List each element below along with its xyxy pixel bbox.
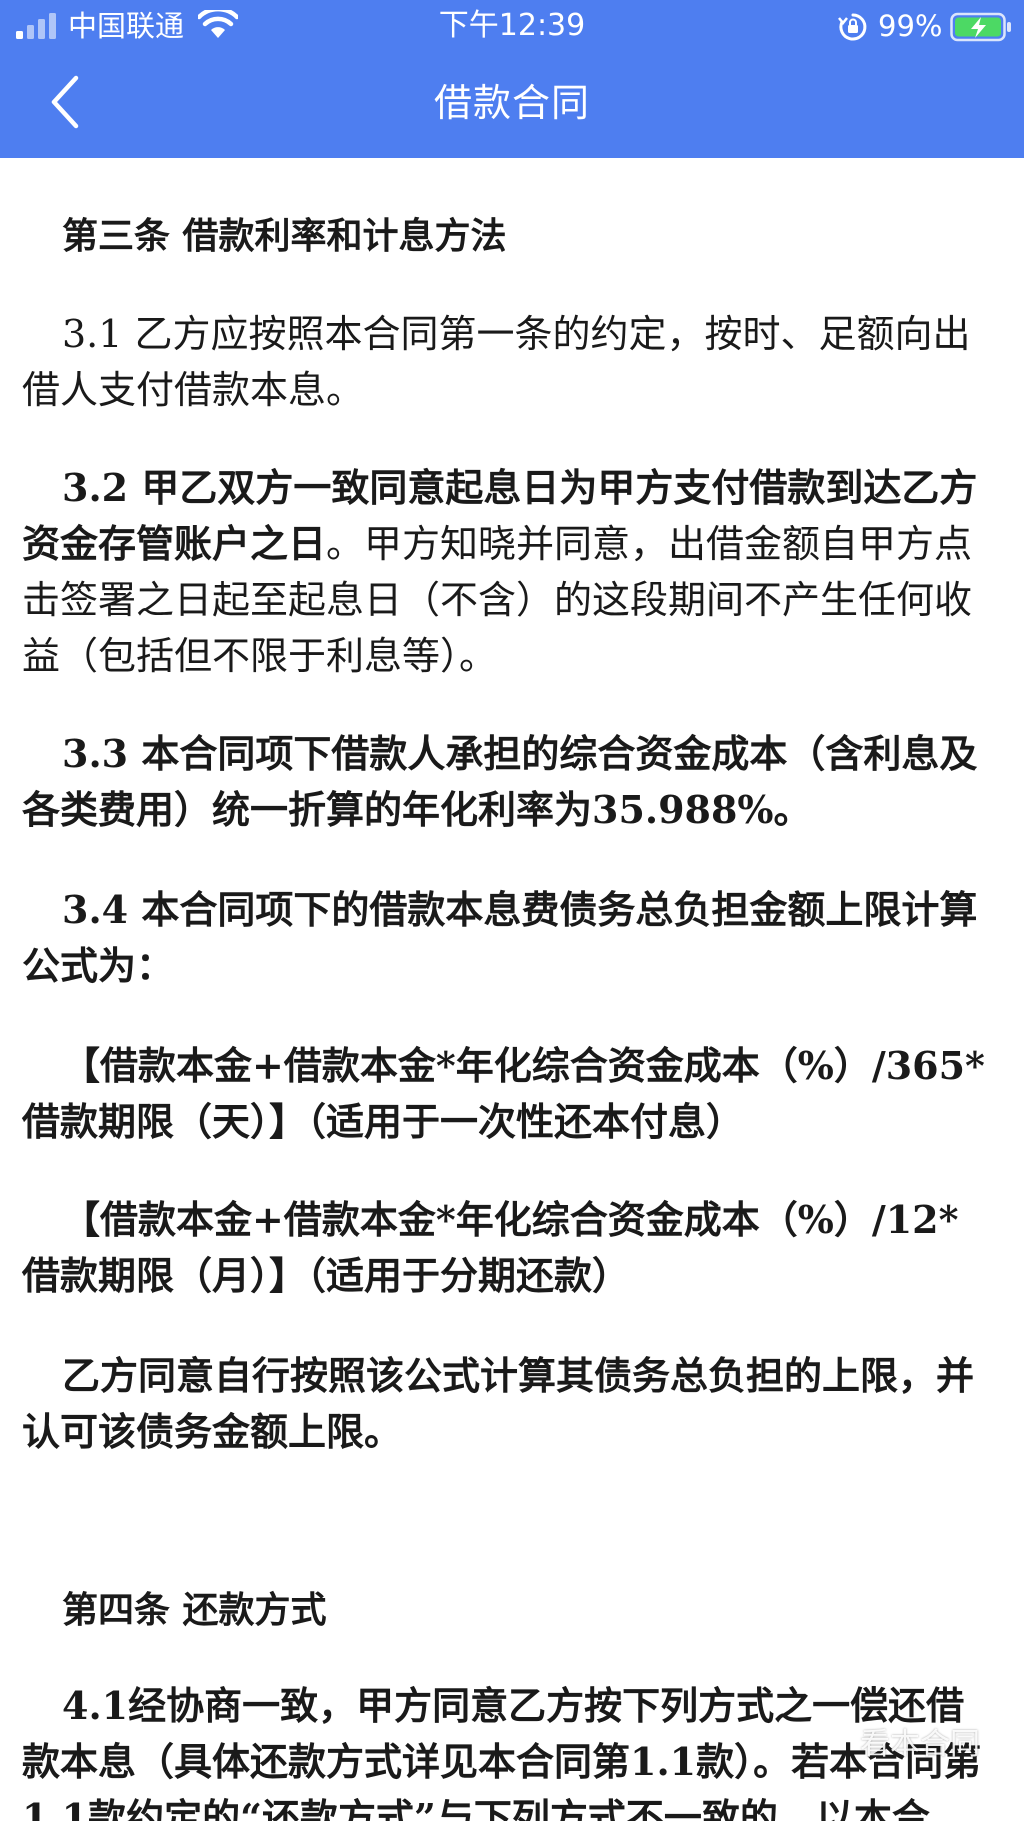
battery-charging-icon (950, 12, 1011, 42)
clause-4-1: 4.1经协商一致，甲方同意乙方按下列方式之一偿还借款本息（具体还款方式详见本合同… (22, 1683, 982, 1821)
clause-3-5: 乙方同意自行按照该公式计算其债务总负担的上限，并认可该债务金额上限。 (22, 1353, 975, 1454)
page-title: 借款合同 (433, 81, 590, 125)
clause-3-1: 3.1 乙方应按照本合同第一条的约定，按时、足额向出借人支付借款本息。 (22, 312, 971, 412)
top-bar: 中国联通 下午12:39 99% 借款合同 (0, 0, 1024, 158)
clock-time: 下午12:39 (438, 8, 586, 43)
section-4-heading: 第四条 还款方式 (62, 1589, 327, 1631)
clause-3-4: 3.4 本合同项下的借款本息费债务总负担金额上限计算公式为： (22, 887, 978, 988)
clause-3-3: 3.3 本合同项下借款人承担的综合资金成本（含利息及各类费用）统一折算的年化利率… (22, 731, 978, 832)
status-bar: 中国联通 下午12:39 99% (0, 0, 1024, 50)
section-3-heading: 第三条 借款利率和计息方法 (62, 215, 507, 257)
clause-3-2: 3.2 甲乙双方一致同意起息日为甲方支付借款到达乙方资金存管账户之日。甲方知晓并… (22, 460, 994, 684)
battery-percentage: 99% (878, 9, 943, 43)
contract-content[interactable]: 第三条 借款利率和计息方法 3.1 乙方应按照本合同第一条的约定，按时、足额向出… (0, 158, 1024, 1821)
formula-one-time-repayment: 【借款本金+借款本金*年化综合资金成本（%）/365*借款期限（天）】（适用于一… (22, 1043, 985, 1144)
watermark: 看本合同 (860, 1727, 980, 1762)
orientation-lock-icon (838, 13, 867, 41)
formula-installment-repayment: 【借款本金+借款本金*年化综合资金成本（%）/12*借款期限（月）】（适用于分期… (22, 1197, 959, 1298)
